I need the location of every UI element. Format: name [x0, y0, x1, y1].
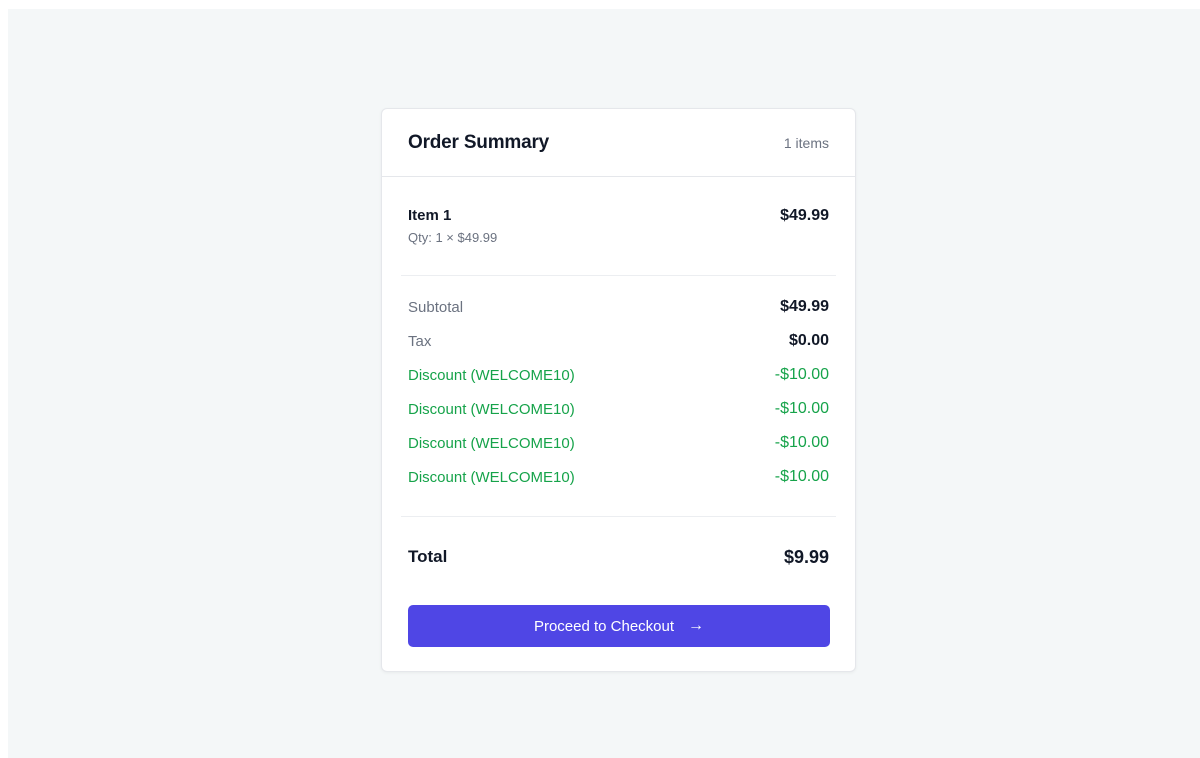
- total-value: $9.99: [783, 546, 829, 567]
- total-row: Total $9.99: [382, 517, 855, 597]
- proceed-to-checkout-button[interactable]: Proceed to Checkout →: [408, 605, 830, 647]
- line-item-name: Item 1: [408, 207, 452, 224]
- discount-label: Discount (WELCOME10): [408, 434, 575, 452]
- discount-row: Discount (WELCOME10) -$10.00: [408, 460, 829, 494]
- discount-label: Discount (WELCOME10): [408, 400, 575, 418]
- line-item-price: $49.99: [780, 207, 829, 224]
- total-label: Total: [408, 547, 448, 566]
- arrow-right-icon: →: [688, 617, 705, 634]
- discount-value: -$10.00: [774, 468, 829, 485]
- discount-label: Discount (WELCOME10): [408, 468, 575, 486]
- tax-label: Tax: [408, 332, 432, 350]
- subtotal-row: Subtotal $49.99: [408, 290, 829, 324]
- subtotal-label: Subtotal: [408, 298, 464, 316]
- discount-label: Discount (WELCOME10): [408, 366, 575, 384]
- line-item-quantity: Qty: 1 × $49.99: [408, 230, 498, 245]
- subtotal-value: $49.99: [780, 298, 829, 315]
- order-summary-title: Order Summary: [408, 131, 550, 153]
- item-count: 1 items: [783, 134, 829, 151]
- discount-value: -$10.00: [774, 366, 829, 383]
- page-background: Order Summary 1 items Item 1 Qty: 1 × $4…: [8, 9, 1200, 758]
- line-item: Item 1 Qty: 1 × $49.99 $49.99: [382, 177, 855, 275]
- tax-value: $0.00: [788, 332, 829, 349]
- checkout-button-label: Proceed to Checkout: [533, 617, 675, 635]
- price-breakdown: Subtotal $49.99 Tax $0.00 Discount (WELC…: [382, 276, 855, 516]
- discount-value: -$10.00: [774, 434, 829, 451]
- discount-row: Discount (WELCOME10) -$10.00: [408, 358, 829, 392]
- discount-row: Discount (WELCOME10) -$10.00: [408, 392, 829, 426]
- discount-value: -$10.00: [774, 400, 829, 417]
- tax-row: Tax $0.00: [408, 324, 829, 358]
- discount-row: Discount (WELCOME10) -$10.00: [408, 426, 829, 460]
- order-summary-card: Order Summary 1 items Item 1 Qty: 1 × $4…: [381, 108, 856, 672]
- card-header: Order Summary 1 items: [382, 109, 855, 177]
